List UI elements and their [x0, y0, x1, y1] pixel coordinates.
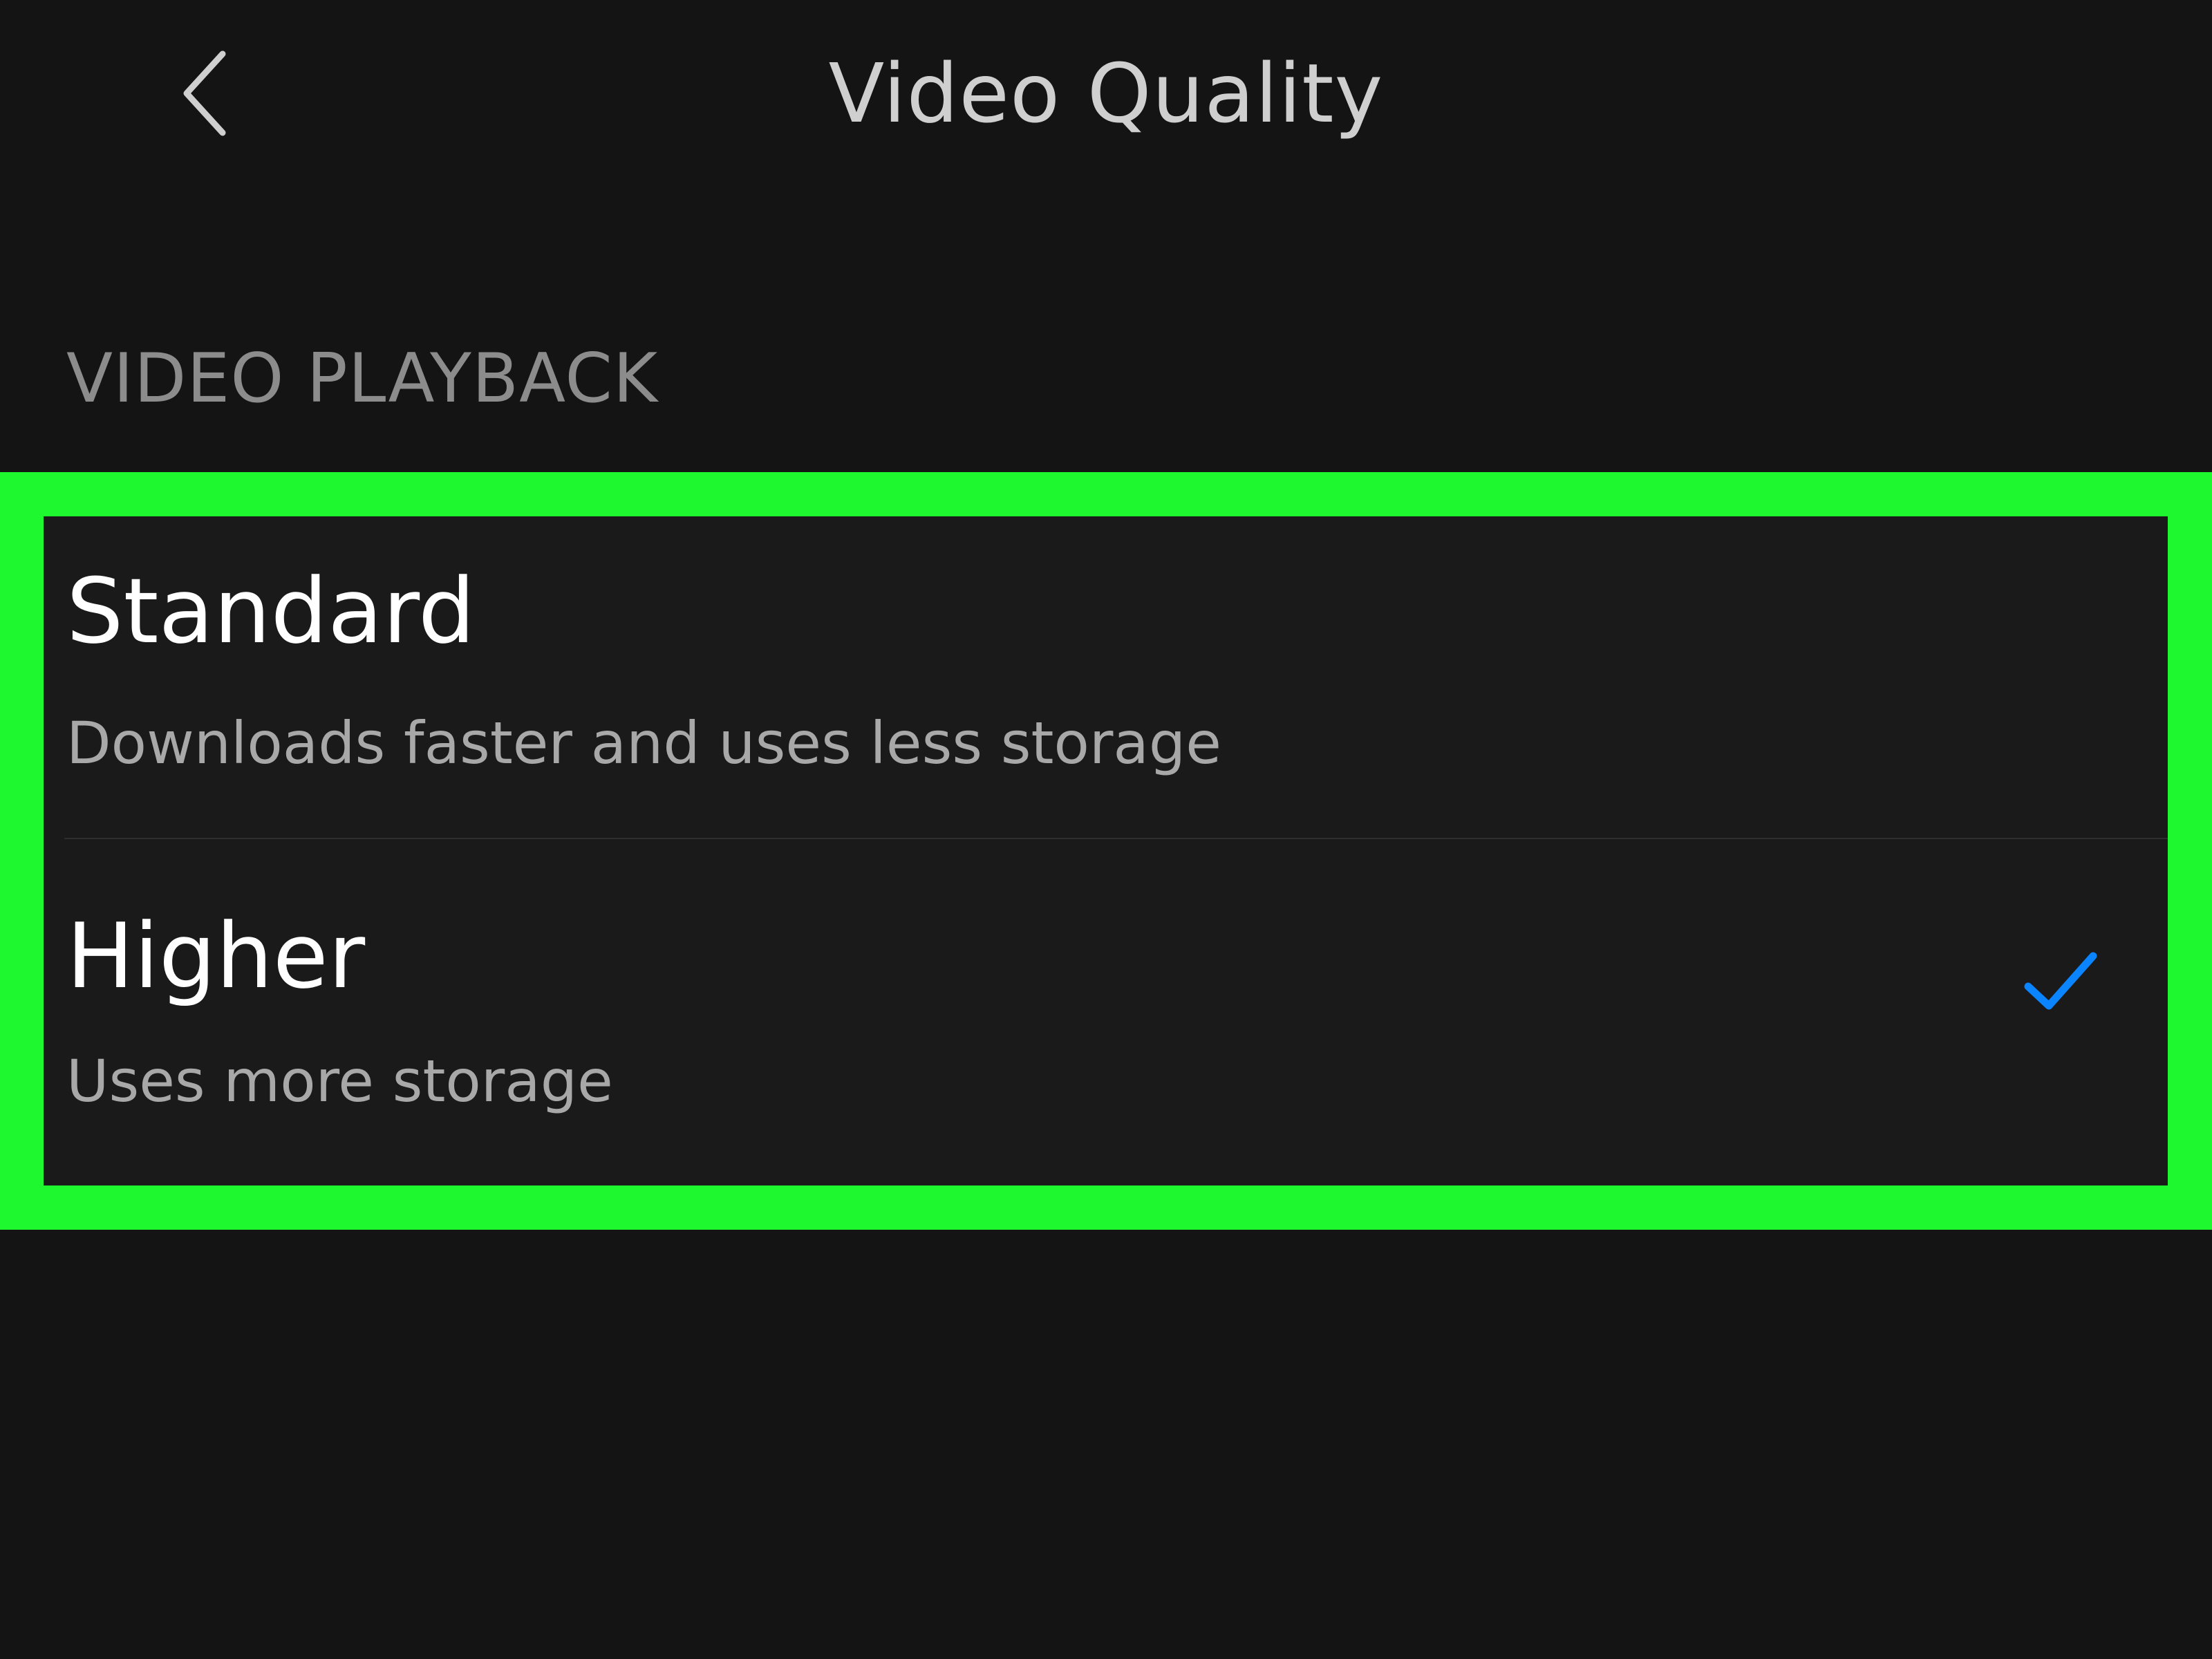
page-title: Video Quality [828, 46, 1384, 141]
top-bar: Video Quality [0, 0, 2212, 194]
options-list: Standard Downloads faster and uses less … [44, 516, 2168, 1185]
checkmark-icon [2024, 952, 2097, 1010]
section-header: VIDEO PLAYBACK [66, 339, 659, 418]
option-description: Uses more storage [66, 1047, 613, 1115]
option-standard[interactable]: Standard Downloads faster and uses less … [44, 516, 2168, 838]
option-title: Higher [66, 903, 366, 1009]
option-description: Downloads faster and uses less storage [66, 709, 1221, 777]
option-title: Standard [66, 559, 476, 664]
option-higher[interactable]: Higher Uses more storage [44, 839, 2168, 1185]
